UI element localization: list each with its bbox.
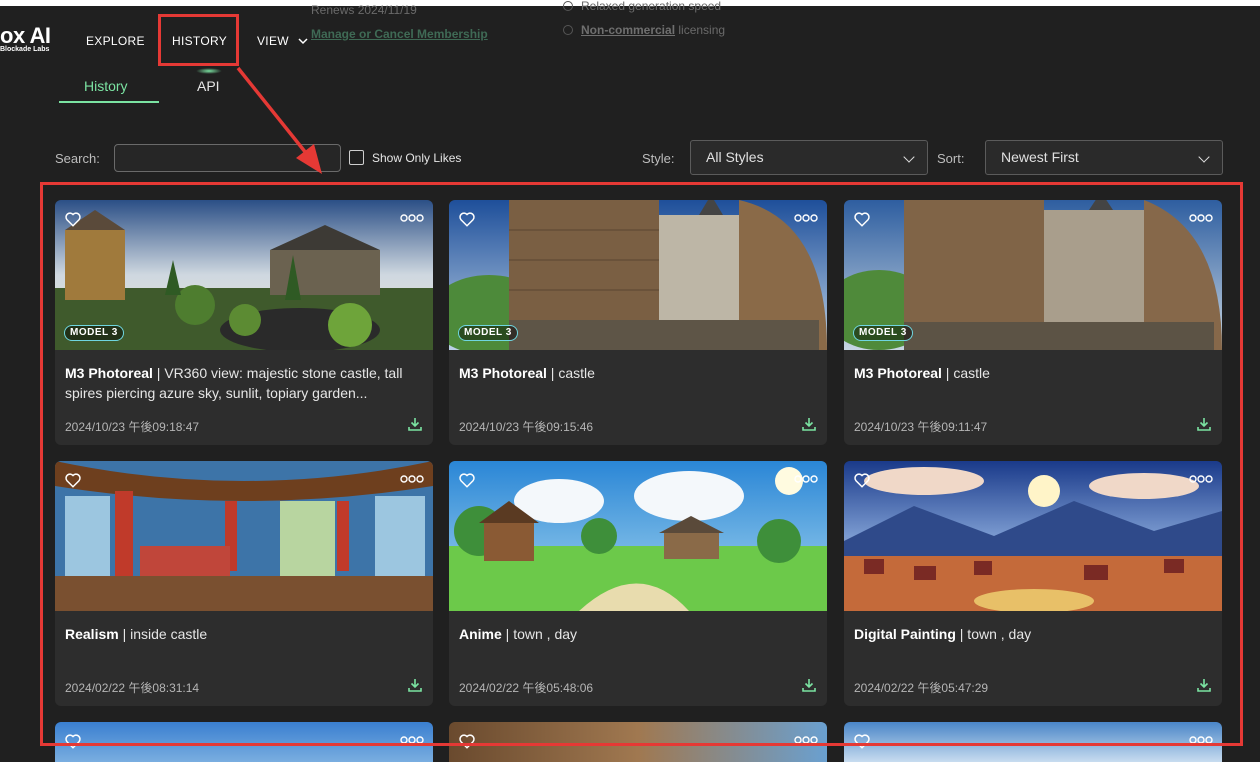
chevron-down-icon — [1198, 151, 1210, 163]
nav-explore[interactable]: EXPLORE — [86, 34, 145, 48]
renews-text: Renews 2024/11/19 — [311, 3, 417, 17]
style-label: Style: — [642, 151, 675, 166]
nav-view-label: VIEW — [257, 34, 289, 48]
relaxed-speed-text: Relaxed generation speed — [563, 0, 721, 13]
brand-name: ox AI — [0, 23, 51, 48]
show-only-likes-label[interactable]: Show Only Likes — [372, 151, 461, 165]
tab-glow — [196, 68, 222, 74]
sort-select-value: Newest First — [1001, 149, 1079, 165]
license-text: Non-commercial licensing — [563, 23, 725, 37]
speed-icon — [563, 1, 573, 11]
manage-membership-link[interactable]: Manage or Cancel Membership — [311, 27, 488, 41]
chevron-down-icon — [297, 38, 308, 45]
chevron-down-icon — [903, 151, 915, 163]
brand-sub: Blockade Labs — [0, 46, 50, 53]
tab-active-indicator — [59, 101, 159, 103]
annotation-arrow-icon — [236, 66, 322, 174]
nav-view[interactable]: VIEW — [257, 34, 308, 48]
sort-label: Sort: — [937, 151, 965, 166]
cards-highlight-box — [40, 182, 1243, 746]
search-label: Search: — [55, 151, 100, 166]
style-select[interactable]: All Styles — [690, 140, 928, 175]
style-select-value: All Styles — [706, 149, 764, 165]
sort-select[interactable]: Newest First — [985, 140, 1223, 175]
show-only-likes-checkbox[interactable] — [349, 150, 364, 165]
tab-history[interactable]: History — [84, 78, 128, 94]
tab-api[interactable]: API — [197, 78, 220, 94]
license-icon — [563, 25, 573, 35]
non-commercial-link[interactable]: Non-commercial — [581, 23, 675, 37]
brand-logo[interactable]: ox AI Blockade Labs — [0, 23, 60, 54]
history-highlight-box — [158, 14, 239, 66]
